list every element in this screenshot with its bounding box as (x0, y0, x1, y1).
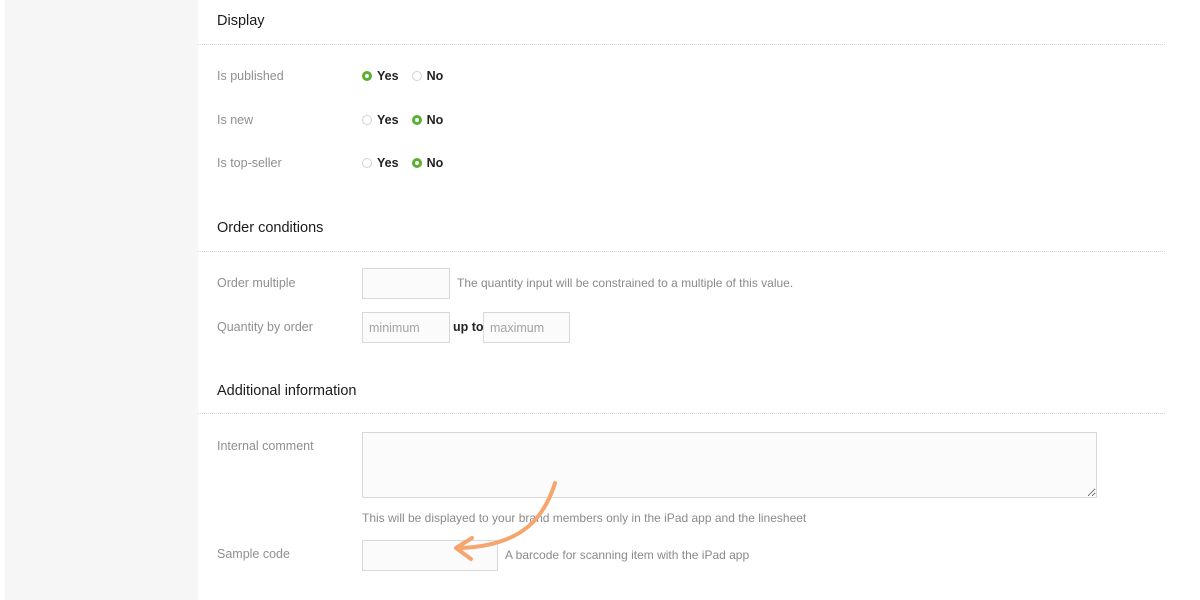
is-new-radio-group: Yes No (362, 113, 456, 127)
is-top-seller-radio-group: Yes No (362, 156, 456, 170)
quantity-maximum-input[interactable] (483, 312, 570, 343)
is-new-yes-option[interactable]: Yes (362, 113, 399, 127)
section-divider (198, 413, 1165, 414)
section-title-display: Display (217, 13, 265, 29)
radio-selected-icon[interactable] (362, 71, 372, 81)
is-published-no-option[interactable]: No (411, 69, 444, 83)
radio-label-no: No (426, 113, 444, 127)
quantity-by-order-label: Quantity by order (217, 320, 313, 334)
internal-comment-label: Internal comment (217, 439, 314, 453)
is-published-yes-option[interactable]: Yes (362, 69, 399, 83)
radio-selected-icon[interactable] (411, 158, 422, 168)
is-new-label: Is new (217, 113, 254, 127)
radio-unselected-icon[interactable] (362, 158, 372, 168)
product-settings-page: Display Is published Yes No Is new Yes N… (0, 0, 1200, 600)
radio-unselected-icon[interactable] (411, 71, 422, 81)
radio-label-yes: Yes (377, 113, 399, 127)
is-top-seller-no-option[interactable]: No (411, 156, 444, 170)
radio-label-yes: Yes (377, 69, 399, 83)
is-published-label: Is published (217, 69, 284, 83)
internal-comment-help: This will be displayed to your brand mem… (362, 511, 807, 525)
section-divider (198, 44, 1165, 45)
is-published-radio-group: Yes No (362, 69, 456, 83)
is-top-seller-label: Is top-seller (217, 156, 282, 170)
radio-label-no: No (426, 156, 444, 170)
curved-arrow-icon (454, 481, 557, 561)
radio-selected-icon[interactable] (411, 115, 422, 125)
left-sidebar (5, 0, 198, 600)
section-divider (198, 251, 1165, 252)
quantity-minimum-input[interactable] (362, 312, 450, 343)
sample-code-label: Sample code (217, 547, 290, 561)
section-title-order-conditions: Order conditions (217, 220, 324, 236)
order-multiple-label: Order multiple (217, 276, 296, 290)
section-title-additional-information: Additional information (217, 383, 357, 399)
is-top-seller-yes-option[interactable]: Yes (362, 156, 399, 170)
radio-label-yes: Yes (377, 156, 399, 170)
radio-label-no: No (426, 69, 444, 83)
radio-unselected-icon[interactable] (362, 115, 372, 125)
is-new-no-option[interactable]: No (411, 113, 444, 127)
order-multiple-input[interactable] (362, 268, 450, 299)
up-to-label: up to (453, 320, 484, 334)
order-multiple-help: The quantity input will be constrained t… (457, 276, 794, 290)
